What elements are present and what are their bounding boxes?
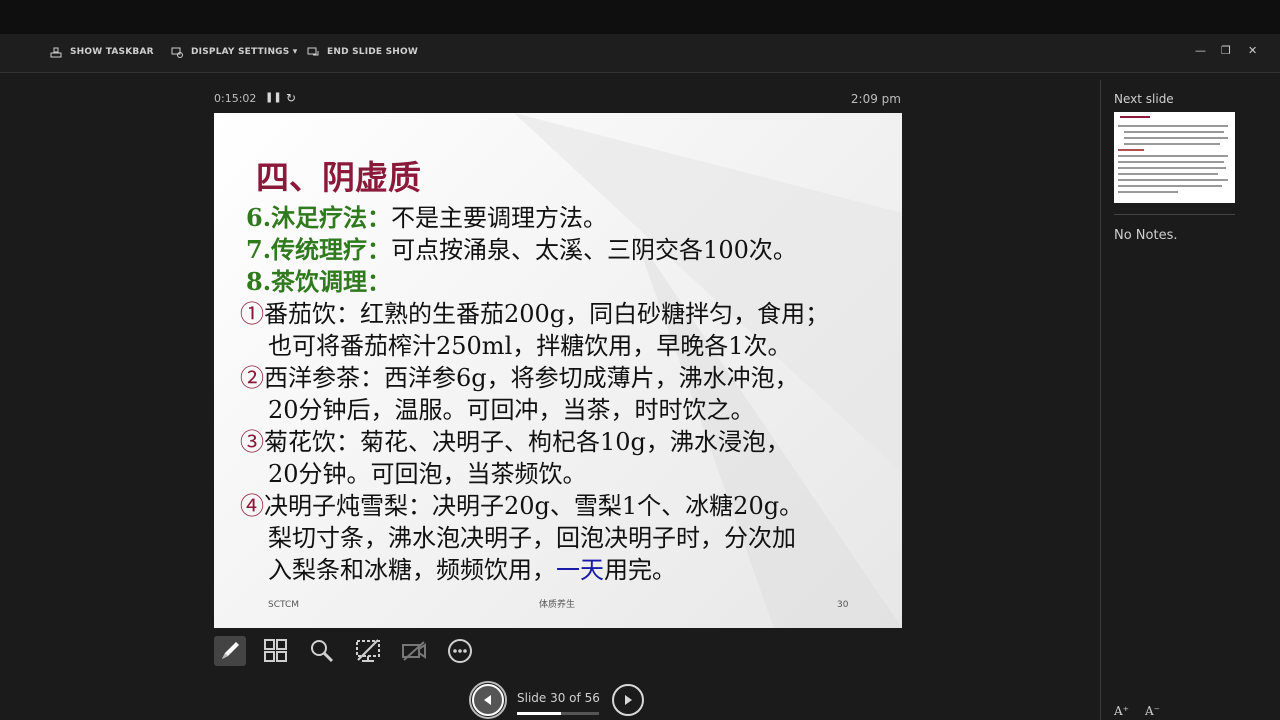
increase-font-button[interactable]: A⁺ [1114, 704, 1129, 718]
restore-button[interactable]: ❐ [1221, 44, 1231, 57]
item-3-text-1: 菊花饮：菊花、决明子、枸杞各10g，沸水浸泡， [264, 428, 790, 456]
taskbar-icon [50, 47, 62, 58]
item-4-text-3c: 用完。 [604, 556, 676, 584]
zoom-button[interactable] [306, 636, 338, 666]
slide-line-8: 8.茶饮调理： [246, 267, 391, 297]
item-2-line-2: 20分钟后，温服。可回冲，当茶，时时饮之。 [268, 396, 755, 424]
slide-title: 四、阴虚质 [256, 158, 421, 197]
pen-tool-button[interactable] [214, 636, 246, 666]
slide-counter[interactable]: Slide 30 of 56 [517, 691, 600, 705]
footer-center: 体质养生 [539, 600, 576, 610]
elapsed-timer: 0:15:02 [214, 92, 257, 105]
minimize-button[interactable]: — [1195, 44, 1206, 57]
slide-number: 30 [837, 600, 849, 610]
clock: 2:09 pm [850, 92, 901, 106]
display-settings-button[interactable]: DISPLAY SETTINGS ▾ [171, 46, 298, 58]
chevron-right-icon [625, 695, 632, 705]
item-4-highlight: 一天 [556, 556, 604, 584]
item-2-line-1: ②西洋参茶：西洋参6g，将参切成薄片，沸水冲泡， [240, 363, 799, 393]
end-show-icon [307, 47, 319, 56]
slide-tools [214, 636, 476, 666]
pen-icon [222, 642, 239, 659]
item-1-line-1: ①番茄饮：红熟的生番茄200g，同白砂糖拌匀，食用； [240, 299, 829, 329]
grid-icon [264, 639, 287, 662]
item-3-marker: ③ [240, 428, 264, 456]
display-settings-icon [171, 47, 183, 58]
slide-line-6: 6.沐足疗法：不是主要调理方法。 [246, 203, 607, 233]
current-slide[interactable]: 四、阴虚质 6.沐足疗法：不是主要调理方法。 7.传统理疗：可点按涌泉、太溪、三… [214, 113, 902, 628]
notes-font-controls: A⁺ A⁻ [1114, 704, 1160, 718]
slide-line-7: 7.传统理疗：可点按涌泉、太溪、三阴交各100次。 [246, 235, 797, 265]
black-screen-button[interactable] [352, 636, 384, 666]
item-4-line-1: ④决明子炖雪梨：决明子20g、雪梨1个、冰糖20g。 [240, 491, 803, 521]
camera-off-icon [402, 641, 426, 661]
display-settings-label: DISPLAY SETTINGS ▾ [191, 47, 298, 57]
line-7-text: 可点按涌泉、太溪、三阴交各100次。 [391, 236, 797, 264]
notes-separator [1114, 214, 1235, 215]
item-4-text-3a: 入梨条和冰糖，频频饮用， [268, 556, 556, 584]
line-6-heading: 6.沐足疗法： [246, 203, 392, 232]
next-slide-thumbnail[interactable] [1114, 112, 1235, 203]
item-1-line-2: 也可将番茄榨汁250ml，拌糖饮用，早晚各1次。 [268, 332, 792, 360]
restart-timer-icon[interactable]: ↻ [286, 91, 296, 105]
more-icon [448, 639, 472, 663]
panel-divider [1100, 80, 1101, 720]
item-1-marker: ① [240, 300, 264, 328]
see-all-slides-button[interactable] [260, 636, 292, 666]
close-button[interactable]: ✕ [1248, 44, 1257, 57]
previous-slide-button[interactable] [469, 681, 507, 719]
item-3-line-2: 20分钟。可回泡，当茶频饮。 [268, 460, 587, 488]
item-4-line-2: 梨切寸条，沸水泡决明子，回泡决明子时，分次加 [268, 524, 796, 552]
show-taskbar-button[interactable]: SHOW TASKBAR [50, 46, 154, 58]
line-8-heading: 8.茶饮调理： [246, 267, 392, 296]
end-slide-show-button[interactable]: END SLIDE SHOW [307, 46, 418, 58]
magnifier-icon [311, 640, 334, 663]
decrease-font-button[interactable]: A⁻ [1145, 704, 1160, 718]
title-strip [0, 0, 1280, 34]
item-4-marker: ④ [240, 492, 264, 520]
item-4-text-1: 决明子炖雪梨：决明子20g、雪梨1个、冰糖20g。 [264, 492, 804, 520]
item-1-text-1: 番茄饮：红熟的生番茄200g，同白砂糖拌匀，食用； [264, 300, 830, 328]
end-slide-show-label: END SLIDE SHOW [327, 47, 418, 57]
line-7-heading: 7.传统理疗： [246, 235, 392, 264]
camera-toggle-button[interactable] [398, 636, 430, 666]
speaker-notes: No Notes. [1114, 228, 1178, 243]
more-options-button[interactable] [444, 636, 476, 666]
slide-progress-bar [517, 712, 599, 715]
pause-icon[interactable]: ❚❚ [265, 92, 282, 103]
show-taskbar-label: SHOW TASKBAR [70, 47, 154, 57]
monitor-slash-icon [356, 639, 380, 662]
chevron-left-icon [484, 695, 491, 705]
item-4-line-3: 入梨条和冰糖，频频饮用，一天用完。 [268, 555, 676, 585]
item-3-line-1: ③菊花饮：菊花、决明子、枸杞各10g，沸水浸泡， [240, 427, 790, 457]
footer-left: SCTCM [268, 600, 300, 610]
item-2-marker: ② [240, 364, 264, 392]
presenter-toolbar: SHOW TASKBAR DISPLAY SETTINGS ▾ END SLID… [0, 34, 1280, 73]
item-2-text-1: 西洋参茶：西洋参6g，将参切成薄片，沸水冲泡， [264, 364, 799, 392]
line-6-text: 不是主要调理方法。 [391, 204, 608, 232]
slide-progress-fill [517, 712, 561, 715]
next-slide-button[interactable] [612, 684, 644, 716]
next-slide-label: Next slide [1114, 92, 1174, 106]
